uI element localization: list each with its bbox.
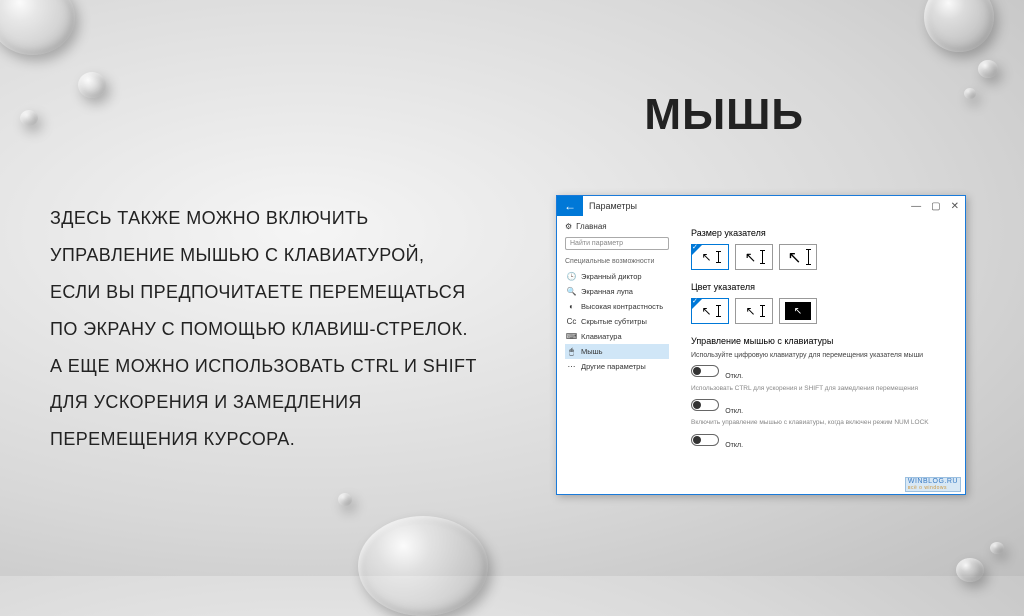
numlock-desc: Включить управление мышью с клавиатуры, …	[691, 419, 951, 427]
watermark: WINBLOG.RU всё о windows	[905, 477, 961, 492]
sidebar-item-label: Высокая контрастность	[581, 302, 663, 311]
ibeam-icon	[762, 305, 763, 317]
pointer-size-options: ↖ ↖ ↖	[691, 244, 951, 270]
settings-content: Размер указателя ↖ ↖ ↖ Цвет указателя	[677, 216, 965, 494]
waterdrop	[0, 0, 75, 55]
numlock-toggle[interactable]	[691, 434, 719, 446]
ibeam-icon	[718, 251, 719, 263]
sidebar-item-label: Скрытые субтитры	[581, 317, 647, 326]
waterdrop	[924, 0, 994, 52]
magnifier-icon: 🔍	[567, 287, 576, 296]
waterdrop	[338, 493, 352, 506]
captions-icon: Cc	[567, 317, 576, 326]
keyboard-icon: ⌨	[567, 332, 576, 341]
body-paragraph: ЗДЕСЬ ТАКЖЕ МОЖНО ВКЛЮЧИТЬ УПРАВЛЕНИЕ МЫ…	[50, 200, 480, 458]
watermark-text: WINBLOG.RU	[908, 478, 958, 485]
back-button[interactable]: ←	[557, 196, 583, 216]
window-titlebar: ← Параметры — ▢ ✕	[557, 196, 965, 216]
pointer-size-medium[interactable]: ↖	[735, 244, 773, 270]
pointer-size-small[interactable]: ↖	[691, 244, 729, 270]
sidebar-item-mouse[interactable]: 🖱 Мышь	[565, 344, 669, 359]
settings-window: ← Параметры — ▢ ✕ ⚙ Главная Найти параме…	[556, 195, 966, 495]
ibeam-icon	[762, 250, 763, 264]
mouse-keys-toggle[interactable]	[691, 365, 719, 377]
sidebar-item-magnifier[interactable]: 🔍 Экранная лупа	[565, 284, 669, 299]
sidebar-item-label: Мышь	[581, 347, 603, 356]
home-label: Главная	[576, 222, 606, 231]
cursor-icon: ↖	[745, 305, 755, 317]
waterdrop	[990, 542, 1004, 554]
sidebar-item-label: Клавиатура	[581, 332, 622, 341]
waterdrop	[20, 110, 38, 126]
page-title: МЫШЬ	[644, 90, 804, 140]
maximize-icon[interactable]: ▢	[931, 201, 940, 212]
waterdrop	[978, 60, 998, 78]
toggle-state: Откл.	[725, 373, 743, 380]
home-link[interactable]: ⚙ Главная	[565, 222, 669, 231]
mouse-keys-heading: Управление мышью с клавиатуры	[691, 336, 951, 346]
sidebar: ⚙ Главная Найти параметр Специальные воз…	[557, 216, 677, 494]
waterdrop	[964, 88, 976, 99]
sidebar-item-label: Экранная лупа	[581, 287, 633, 296]
mouse-keys-desc: Используйте цифровую клавиатуру для пере…	[691, 352, 951, 359]
toggle-state: Откл.	[725, 408, 743, 415]
ctrl-shift-toggle[interactable]	[691, 399, 719, 411]
sidebar-item-narrator[interactable]: 🕒 Экранный диктор	[565, 269, 669, 284]
pointer-color-heading: Цвет указателя	[691, 282, 951, 292]
contrast-icon: ◐	[567, 302, 576, 311]
sidebar-section-label: Специальные возможности	[565, 258, 669, 265]
toggle-state: Откл.	[725, 442, 743, 449]
ibeam-icon	[808, 249, 809, 265]
pointer-size-large[interactable]: ↖	[779, 244, 817, 270]
mouse-icon: 🖱	[567, 347, 576, 356]
cursor-icon: ↖	[794, 306, 802, 317]
ctrl-shift-desc: Использовать CTRL для ускорения и SHIFT …	[691, 385, 951, 393]
gear-icon: ⚙	[565, 222, 572, 231]
ibeam-icon	[718, 305, 719, 317]
sidebar-item-keyboard[interactable]: ⌨ Клавиатура	[565, 329, 669, 344]
waterdrop	[78, 72, 106, 98]
more-icon: ⋯	[567, 362, 576, 371]
cursor-icon: ↖	[787, 249, 801, 266]
waterdrop	[358, 516, 488, 616]
cursor-icon: ↖	[745, 250, 757, 264]
sidebar-item-label: Другие параметры	[581, 362, 646, 371]
cursor-icon: ↖	[701, 305, 711, 317]
pointer-color-options: ↖ ↖ ↖	[691, 298, 951, 324]
waterdrop	[956, 558, 984, 582]
sidebar-item-label: Экранный диктор	[581, 272, 642, 281]
sidebar-item-contrast[interactable]: ◐ Высокая контрастность	[565, 299, 669, 314]
narrator-icon: 🕒	[567, 272, 576, 281]
window-title: Параметры	[589, 201, 905, 211]
pointer-size-heading: Размер указателя	[691, 228, 951, 238]
pointer-color-black[interactable]: ↖	[735, 298, 773, 324]
pointer-color-invert[interactable]: ↖	[779, 298, 817, 324]
close-icon[interactable]: ✕	[951, 201, 959, 212]
sidebar-item-other[interactable]: ⋯ Другие параметры	[565, 359, 669, 374]
search-input[interactable]: Найти параметр	[565, 237, 669, 250]
watermark-sub: всё о windows	[908, 485, 958, 491]
sidebar-item-captions[interactable]: Cc Скрытые субтитры	[565, 314, 669, 329]
cursor-icon: ↖	[701, 251, 711, 263]
pointer-color-white[interactable]: ↖	[691, 298, 729, 324]
minimize-icon[interactable]: —	[911, 201, 921, 212]
